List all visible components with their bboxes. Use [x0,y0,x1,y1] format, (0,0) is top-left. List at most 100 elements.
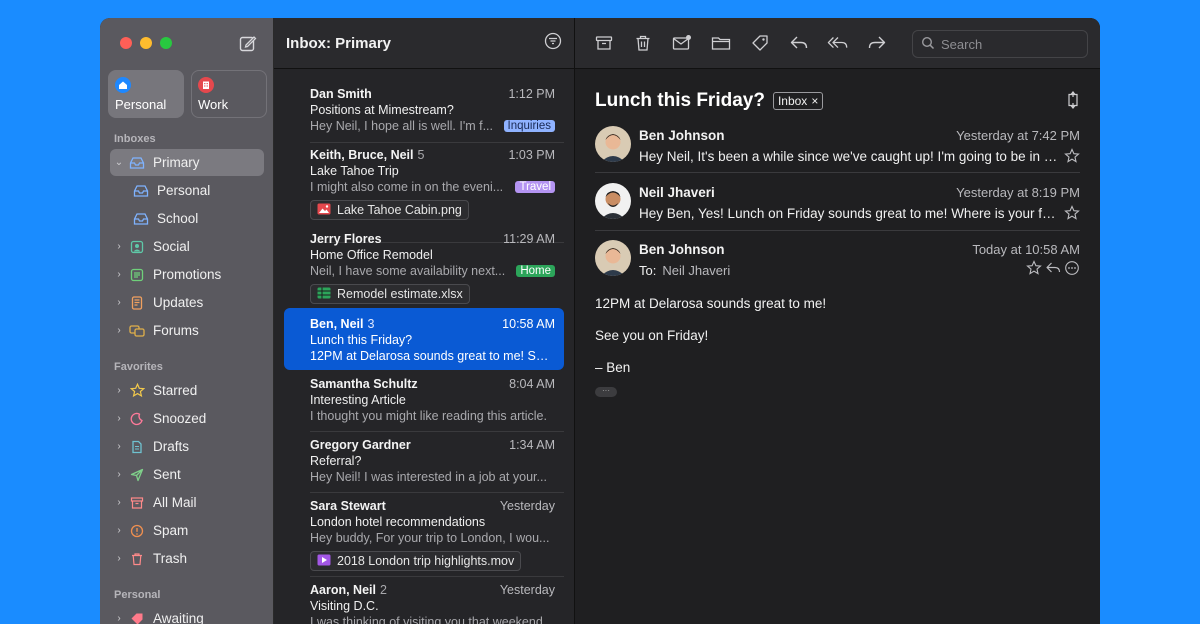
sidebar-item-awaiting[interactable]: › Awaiting [110,605,264,624]
message-sender: Sara Stewart [310,499,386,513]
minimize-window-button[interactable] [140,37,152,49]
archive-icon [128,494,146,512]
list-header: Inbox: Primary [274,18,574,69]
reply-icon[interactable] [788,32,810,54]
list-item[interactable]: Jerry Flores 11:29 AM Home Office Remodel… [284,231,564,304]
more-options-icon[interactable] [1064,260,1080,281]
sidebar-item-label: Forums [153,323,199,338]
sidebar-item-label: Spam [153,523,189,538]
divider [310,576,564,577]
sidebar-item-spam[interactable]: › Spam [110,517,264,544]
list-item[interactable]: Dan Smith 1:12 PM Positions at Mimestream… [284,86,564,134]
expand-collapse-icon[interactable] [1064,91,1082,114]
attachment-chip[interactable]: Lake Tahoe Cabin.png [310,200,469,220]
remove-label-icon[interactable]: × [811,94,818,108]
sidebar-item-starred[interactable]: › Starred [110,377,264,404]
attachment-chip[interactable]: 2018 London trip highlights.mov [310,551,522,571]
avatar [595,240,631,276]
list-item[interactable]: Samantha Schultz 8:04 AM Interesting Arti… [284,376,564,424]
sidebar-item-snoozed[interactable]: › Snoozed [110,405,264,432]
chevron-right-icon[interactable]: › [112,269,126,280]
thread-count: 3 [367,317,375,331]
chevron-right-icon[interactable]: › [112,497,126,508]
sidebar-item-sent[interactable]: › Sent [110,461,264,488]
star-icon[interactable] [1026,260,1042,281]
chevron-right-icon[interactable]: › [112,469,126,480]
thread-message[interactable]: Neil Jhaveri Yesterday at 8:19 PM Hey Be… [595,183,1080,223]
move-folder-icon[interactable] [710,32,732,54]
message-time: 10:58 AM [502,317,555,331]
sidebar-item-label: Trash [153,551,188,566]
account-personal[interactable]: Personal [108,70,184,118]
sidebar-item-all-mail[interactable]: › All Mail [110,489,264,516]
trash-icon[interactable] [632,32,654,54]
filter-icon[interactable] [544,32,562,55]
sidebar-item-label: Personal [157,183,211,198]
search-field[interactable]: Search [912,30,1088,58]
sidebar-item-label: Drafts [153,439,190,454]
reply-icon[interactable] [1045,260,1061,281]
chevron-right-icon[interactable]: › [112,525,126,536]
sidebar-item-social[interactable]: › Social [110,233,264,260]
star-icon[interactable] [1064,148,1080,169]
thread-message-expanded[interactable]: Ben Johnson Today at 10:58 AM To: Neil Jh… [595,240,1080,284]
message-preview: Hey Ben, Yes! Lunch on Friday sounds gre… [639,206,1059,221]
sidebar-item-forums[interactable]: › Forums [110,317,264,344]
chevron-right-icon[interactable]: › [112,441,126,452]
sidebar-item-drafts[interactable]: › Drafts [110,433,264,460]
sidebar-item-label: Updates [153,295,204,310]
sidebar-item-primary[interactable]: ⌄ Primary [110,149,264,176]
attachment-chip[interactable]: Remodel estimate.xlsx [310,284,470,304]
mark-unread-icon[interactable] [671,32,693,54]
reply-all-icon[interactable] [827,32,849,54]
archive-icon[interactable] [593,32,615,54]
inbox-label-chip[interactable]: Inbox × [772,92,824,110]
tag-icon [128,610,146,624]
sidebar-item-label: Promotions [153,267,222,282]
chevron-right-icon[interactable]: › [112,241,126,252]
message-sender: Dan Smith [310,87,372,101]
sidebar-item-personal[interactable]: Personal [130,177,264,204]
sidebar-item-label: School [157,211,199,226]
list-item-selected[interactable]: Ben, Neil 3 10:58 AM Lunch this Friday? 12… [284,308,564,370]
list-item[interactable]: Keith, Bruce, Neil 5 1:03 PM Lake Tahoe Tr… [284,147,564,220]
zoom-window-button[interactable] [160,37,172,49]
divider [595,172,1080,173]
sidebar-item-updates[interactable]: › Updates [110,289,264,316]
list-item[interactable]: Gregory Gardner 1:34 AM Referral? Hey Nei… [284,437,564,485]
account-switcher: Personal Work [108,70,267,118]
list-item[interactable]: Aaron, Neil 2 Yesterday Visiting D.C. I wa… [284,582,564,624]
thread-message[interactable]: Ben Johnson Yesterday at 7:42 PM Hey Nei… [595,126,1080,166]
account-work[interactable]: Work [191,70,267,118]
search-icon [921,36,935,53]
show-quoted-text-button[interactable]: ··· [595,387,617,397]
thread-count: 2 [380,583,387,597]
sidebar-item-trash[interactable]: › Trash [110,545,264,572]
chevron-right-icon[interactable]: › [112,553,126,564]
recipient-name[interactable]: Neil Jhaveri [662,263,730,278]
chevron-down-icon[interactable]: ⌄ [112,157,126,168]
sidebar-item-school[interactable]: School [130,205,264,232]
label-icon[interactable] [749,32,771,54]
chevron-right-icon[interactable]: › [112,613,126,624]
chevron-right-icon[interactable]: › [112,413,126,424]
chevron-right-icon[interactable]: › [112,385,126,396]
message-subject: Interesting Article [310,393,406,407]
attachment-name: Remodel estimate.xlsx [337,287,463,301]
message-time: 11:29 AM [503,232,555,246]
close-window-button[interactable] [120,37,132,49]
message-sender: Ben, Neil [310,317,364,331]
list-item[interactable]: Sara Stewart Yesterday London hotel recom… [284,498,564,571]
star-icon[interactable] [1064,205,1080,226]
message-date: Yesterday at 7:42 PM [956,128,1080,143]
sidebar-item-promotions[interactable]: › Promotions [110,261,264,288]
chevron-right-icon[interactable]: › [112,297,126,308]
compose-icon[interactable] [238,33,258,53]
building-icon [198,77,214,93]
message-body-line: 12PM at Delarosa sounds great to me! [595,296,827,311]
video-file-icon [317,554,331,569]
forward-icon[interactable] [866,32,888,54]
chevron-right-icon[interactable]: › [112,325,126,336]
message-preview: I thought you might like reading this ar… [310,409,547,423]
message-preview: 12PM at Delarosa sounds great to me! See… [310,349,555,363]
